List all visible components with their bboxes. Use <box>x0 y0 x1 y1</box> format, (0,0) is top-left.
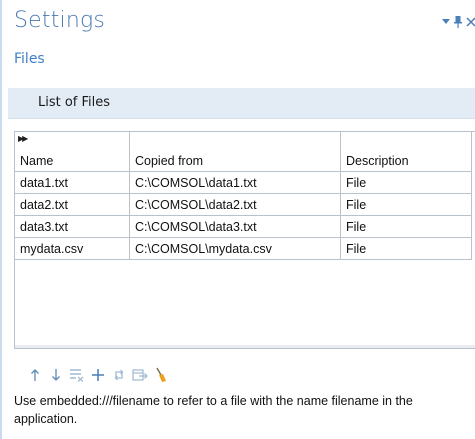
page-subtitle: Files <box>14 51 45 67</box>
section-label: List of Files <box>38 95 111 110</box>
move-down-button[interactable] <box>45 365 66 385</box>
cell-description[interactable]: File <box>340 237 472 260</box>
add-button[interactable] <box>87 365 108 385</box>
cell-name[interactable]: data1.txt <box>15 171 130 194</box>
cell-description[interactable]: File <box>340 215 472 238</box>
cell-name[interactable]: mydata.csv <box>15 237 130 260</box>
refresh-icon <box>114 369 123 381</box>
clear-button[interactable] <box>150 365 171 385</box>
cell-description[interactable]: File <box>340 193 472 216</box>
cell-copied-from[interactable]: C:\COMSOL\data2.txt <box>129 193 341 216</box>
delete-button[interactable] <box>66 365 87 385</box>
export-button[interactable] <box>129 365 150 385</box>
refresh-button[interactable] <box>108 365 129 385</box>
files-table: ▶▶ Name Copied from Description data1.tx… <box>15 132 472 260</box>
settings-panel: Settings Files List of Files ▶▶ Name Cop… <box>0 0 475 439</box>
panel-menu-dropdown-icon[interactable] <box>441 14 451 30</box>
cell-name[interactable]: data2.txt <box>15 193 130 216</box>
delete-list-icon <box>69 369 83 382</box>
page-title: Settings <box>14 8 106 33</box>
files-table-container[interactable]: ▶▶ Name Copied from Description data1.tx… <box>14 131 475 349</box>
cell-copied-from[interactable]: C:\COMSOL\data3.txt <box>129 215 341 238</box>
table-header-row: ▶▶ Name Copied from Description <box>15 132 472 172</box>
pin-icon[interactable] <box>453 14 463 30</box>
table-row[interactable]: data2.txt C:\COMSOL\data2.txt File <box>15 193 472 216</box>
arrow-down-icon <box>51 369 60 381</box>
cell-description[interactable]: File <box>340 171 472 194</box>
window-controls <box>441 14 475 30</box>
move-up-button[interactable] <box>24 365 45 385</box>
info-text: Use embedded:///filename to refer to a f… <box>14 394 413 426</box>
plus-icon <box>91 369 104 381</box>
cell-name[interactable]: data3.txt <box>15 215 130 238</box>
export-icon <box>131 369 148 381</box>
column-header-name[interactable]: ▶▶ Name <box>15 132 130 172</box>
cell-copied-from[interactable]: C:\COMSOL\data1.txt <box>129 171 341 194</box>
column-header-description[interactable]: Description <box>340 132 472 172</box>
table-row[interactable]: data3.txt C:\COMSOL\data3.txt File <box>15 215 472 238</box>
broom-icon <box>155 367 166 382</box>
table-row[interactable]: mydata.csv C:\COMSOL\mydata.csv File <box>15 237 472 260</box>
arrow-up-icon <box>30 369 39 381</box>
table-row[interactable]: data1.txt C:\COMSOL\data1.txt File <box>15 171 472 194</box>
section-list-of-files[interactable]: List of Files <box>8 88 475 119</box>
table-toolbar <box>24 364 171 386</box>
fast-forward-icon[interactable]: ▶▶ <box>18 134 28 143</box>
column-header-copied-from[interactable]: Copied from <box>129 132 341 172</box>
cell-copied-from[interactable]: C:\COMSOL\mydata.csv <box>129 237 341 260</box>
close-icon[interactable] <box>465 14 475 30</box>
